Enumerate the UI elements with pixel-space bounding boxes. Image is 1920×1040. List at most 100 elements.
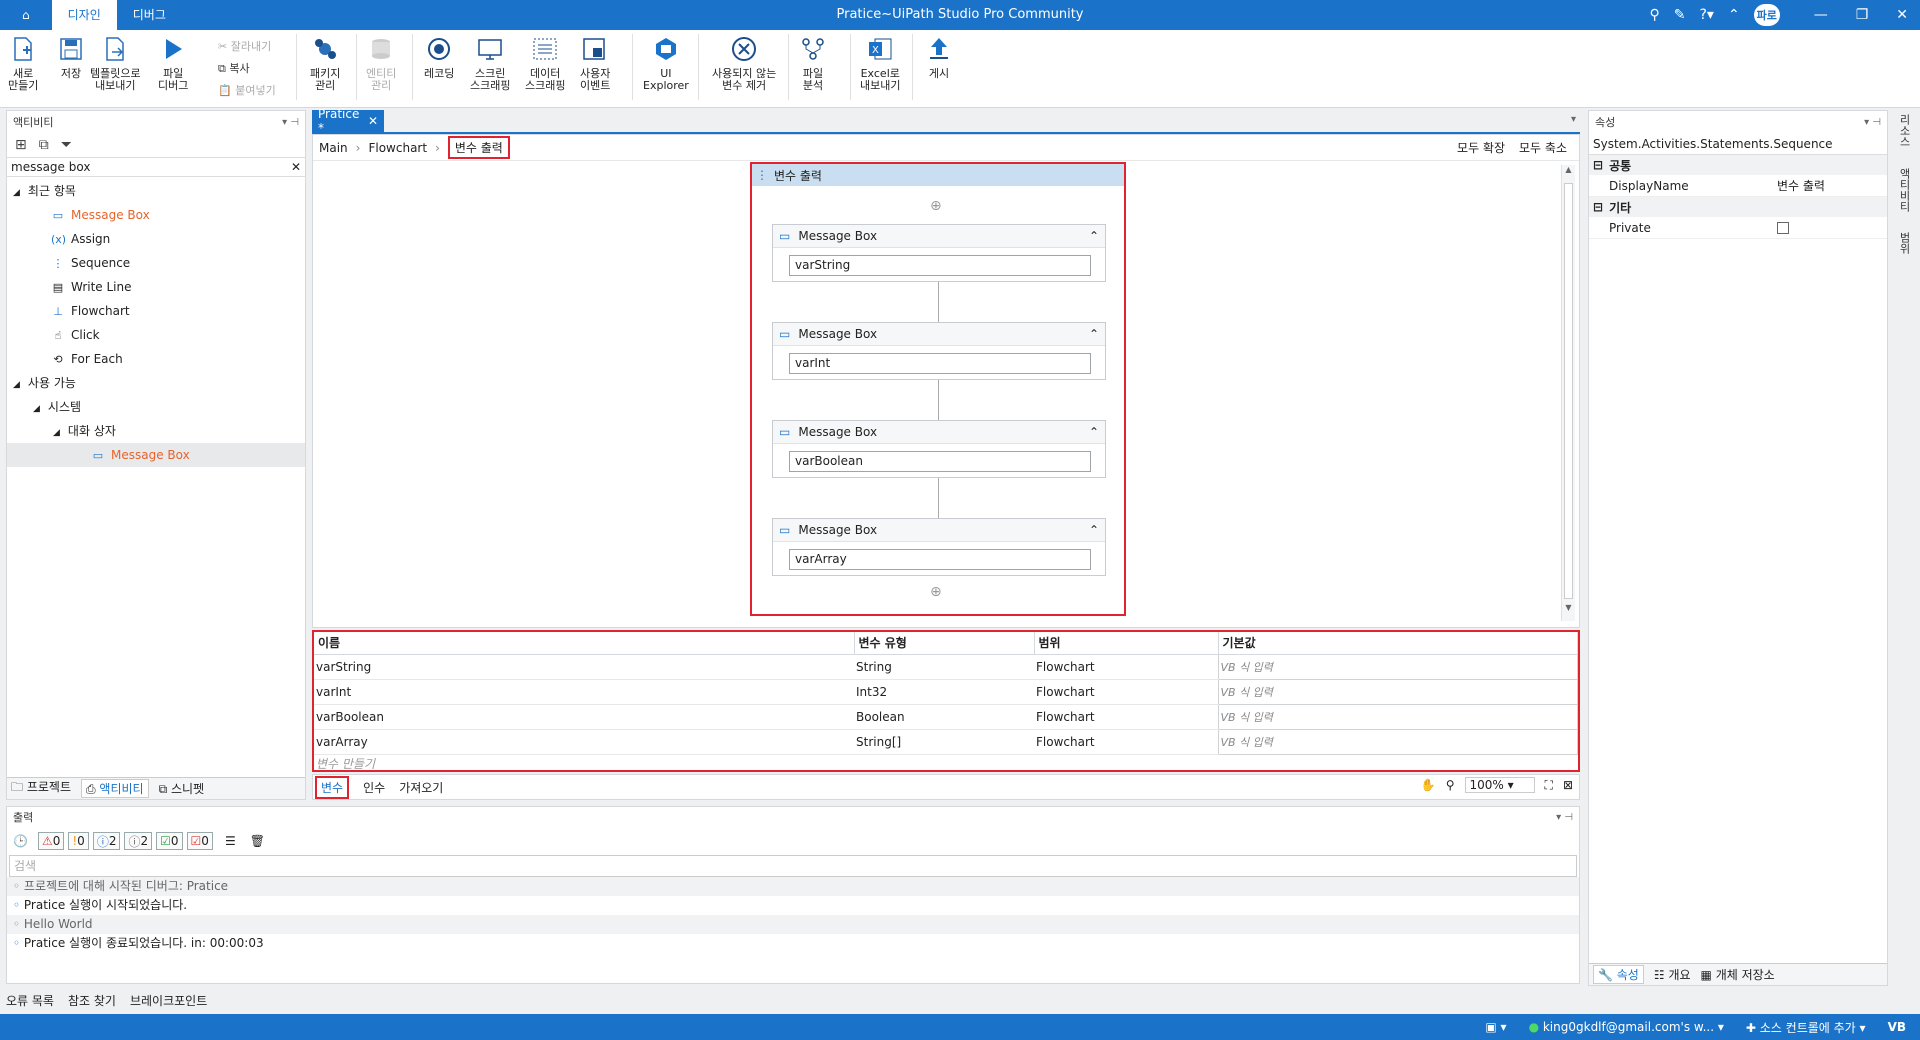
ui-explorer-button[interactable]: UI Explorer — [643, 34, 689, 92]
new-button[interactable]: 새로 만들기 — [8, 34, 38, 92]
panel-options-icon[interactable]: ▾ ⊣ — [1864, 117, 1881, 128]
tab-properties[interactable]: 🔧 속성 — [1593, 965, 1644, 984]
table-row[interactable]: varArray String[] Flowchart VB 식 입력 — [314, 728, 1578, 755]
error-filter[interactable]: ⚠ 0 — [37, 832, 65, 850]
feedback-icon[interactable]: ✎ — [1674, 7, 1686, 23]
trash-icon[interactable]: 🗑 — [250, 834, 265, 848]
paste-button[interactable]: 📋 붙여넣기 — [218, 80, 276, 102]
account-status[interactable]: ● king0gkdlf@gmail.com's w... ▾ — [1529, 1020, 1724, 1034]
export-template-button[interactable]: 템플릿으로 내보내기 — [90, 34, 141, 92]
fit-screen-icon[interactable]: ⛶ — [1545, 778, 1553, 793]
default-value-input[interactable]: VB 식 입력 — [1217, 653, 1578, 680]
collapse-box-icon[interactable]: ⊟ — [1593, 200, 1603, 214]
breadcrumb-flowchart[interactable]: Flowchart — [368, 141, 427, 155]
log-line[interactable]: ◦ Hello World — [7, 915, 1579, 934]
collapse-all-button[interactable]: 모두 축소 — [1519, 139, 1567, 156]
recent-item-click[interactable]: ☝ Click — [7, 323, 305, 347]
scrollbar-thumb[interactable] — [1564, 183, 1573, 599]
manage-entities-button[interactable]: 엔티티 관리 — [366, 34, 396, 92]
hand-icon[interactable]: ✋ — [1421, 778, 1436, 792]
cut-button[interactable]: ✂ 잘라내기 — [218, 36, 276, 58]
add-activity-icon[interactable]: ⊕ — [930, 584, 942, 600]
collapse-box-icon[interactable]: ⊟ — [1593, 158, 1603, 172]
remove-unused-variables-button[interactable]: 사용되지 않는 변수 제거 — [712, 34, 776, 92]
manage-packages-button[interactable]: 패키지 관리 — [310, 34, 340, 92]
recent-item-sequence[interactable]: ⋮ Sequence — [7, 251, 305, 275]
copy-button[interactable]: ⧉ 복사 — [218, 58, 276, 80]
message-text-input[interactable]: varArray — [789, 549, 1091, 570]
tab-debug[interactable]: 디버그 — [117, 0, 182, 30]
help-icon[interactable]: ?▾ — [1700, 7, 1714, 23]
breadcrumb-current[interactable]: 변수 출력 — [447, 136, 510, 159]
sequence-header[interactable]: ⋮ 변수 출력 — [752, 164, 1124, 186]
col-name[interactable]: 이름 — [314, 632, 855, 655]
panel-options-icon[interactable]: ▾ ⊣ — [282, 117, 299, 128]
success-filter[interactable]: ☑ 0 — [156, 832, 183, 850]
tab-imports[interactable]: 가져오기 — [399, 779, 443, 796]
chevron-up-icon[interactable]: ⌃ — [1728, 7, 1740, 23]
clear-search-icon[interactable]: ✕ — [291, 160, 301, 174]
debug-file-button[interactable]: 파일 디버그 — [158, 34, 188, 92]
tab-design[interactable]: 디자인 — [51, 0, 117, 30]
recent-item-write-line[interactable]: ▤ Write Line — [7, 275, 305, 299]
orchestrator-icon[interactable]: ▣ ▾ — [1485, 1020, 1506, 1034]
message-text-input[interactable]: varBoolean — [789, 451, 1091, 472]
tab-object-repository[interactable]: ▦ 개체 저장소 — [1701, 966, 1775, 983]
collapse-all-icon[interactable]: ⧉ — [39, 137, 49, 153]
filter-icon[interactable]: ⏷ — [61, 137, 72, 153]
add-activity-icon[interactable]: ⊕ — [930, 198, 942, 214]
collapse-icon[interactable]: ⌃ — [1089, 425, 1099, 439]
vertical-scrollbar[interactable]: ▲ ▼ — [1561, 165, 1575, 621]
tab-find-references[interactable]: 참조 찾기 — [68, 992, 116, 1009]
tab-breakpoints[interactable]: 브레이크포인트 — [130, 992, 207, 1009]
category-misc[interactable]: ⊟ 기타 — [1589, 197, 1887, 217]
log-line[interactable]: ◦ Pratice 실행이 종료되었습니다. in: 00:00:03 — [7, 934, 1579, 953]
overview-icon[interactable]: ⊠ — [1563, 778, 1573, 792]
close-tab-icon[interactable]: ✕ — [368, 114, 378, 128]
panel-options-icon[interactable]: ▾ ⊣ — [1556, 812, 1573, 823]
maximize-icon[interactable]: ❐ — [1856, 7, 1869, 23]
message-box-activity[interactable]: ▭ Message Box ⌃ varBoolean — [772, 420, 1106, 478]
collapse-icon[interactable]: ⌃ — [1089, 327, 1099, 341]
tree-group-dialog[interactable]: ◢ 대화 상자 — [7, 419, 305, 443]
info-filter[interactable]: ⓘ 2 — [92, 832, 121, 850]
recent-item-for-each[interactable]: ⟲ For Each — [7, 347, 305, 371]
clock-icon[interactable]: 🕒 — [13, 834, 28, 848]
tree-group-system[interactable]: ◢ 시스템 — [7, 395, 305, 419]
tab-project[interactable]: 🗀 프로젝트 — [11, 778, 71, 799]
doc-tab-pratice[interactable]: Pratice * ✕ — [312, 107, 384, 135]
zoom-select[interactable]: 100% ▾ — [1464, 777, 1535, 793]
tree-group-available[interactable]: ◢ 사용 가능 — [7, 371, 305, 395]
home-icon[interactable]: ⌂ — [0, 0, 52, 30]
log-line[interactable]: ◦ 프로젝트에 대해 시작된 디버그: Pratice — [7, 877, 1579, 896]
source-control-button[interactable]: ✚ 소스 컨트롤에 추가 ▾ — [1746, 1019, 1866, 1036]
activities-search-input[interactable]: message box — [11, 160, 90, 174]
sequence-container-frame[interactable]: ⋮ 변수 출력 ⊕ ▭ Message Box ⌃ varString ▭ Messa… — [750, 162, 1126, 616]
breadcrumb-main[interactable]: Main — [319, 141, 348, 155]
category-common[interactable]: ⊟ 공통 — [1589, 155, 1887, 175]
tab-error-list[interactable]: 오류 목록 — [6, 992, 54, 1009]
tab-arguments[interactable]: 인수 — [363, 779, 385, 796]
default-value-input[interactable]: VB 식 입력 — [1217, 678, 1578, 705]
list-icon[interactable]: ☰ — [225, 834, 236, 848]
output-search-input[interactable]: 검색 — [9, 855, 1577, 877]
table-row[interactable]: varString String Flowchart VB 식 입력 — [314, 653, 1578, 680]
tab-outline[interactable]: ☷ 개요 — [1654, 966, 1691, 983]
recent-item-assign[interactable]: (x) Assign — [7, 227, 305, 251]
file-analysis-button[interactable]: 파일 분석 — [798, 34, 828, 92]
search-icon[interactable]: ⚲ — [1650, 7, 1660, 23]
side-tab-resources[interactable]: 리소스 — [1896, 114, 1912, 164]
message-box-activity[interactable]: ▭ Message Box ⌃ varInt — [772, 322, 1106, 380]
message-box-activity[interactable]: ▭ Message Box ⌃ varString — [772, 224, 1106, 282]
data-scraping-button[interactable]: 데이터 스크래핑 — [525, 34, 565, 92]
recording-button[interactable]: 레코딩 — [424, 34, 454, 80]
message-box-activity[interactable]: ▭ Message Box ⌃ varArray — [772, 518, 1106, 576]
tab-activities[interactable]: ⎙ 액티비티 — [81, 779, 149, 798]
table-row[interactable]: varBoolean Boolean Flowchart VB 식 입력 — [314, 703, 1578, 730]
dialog-item-message-box[interactable]: ▭ Message Box — [7, 443, 305, 467]
private-checkbox[interactable] — [1777, 221, 1789, 234]
side-tab-scope[interactable]: 범위 — [1896, 232, 1912, 272]
screen-scraping-button[interactable]: 스크린 스크래핑 — [470, 34, 510, 92]
collapse-icon[interactable]: ⌃ — [1089, 229, 1099, 243]
table-row[interactable]: varInt Int32 Flowchart VB 식 입력 — [314, 678, 1578, 705]
